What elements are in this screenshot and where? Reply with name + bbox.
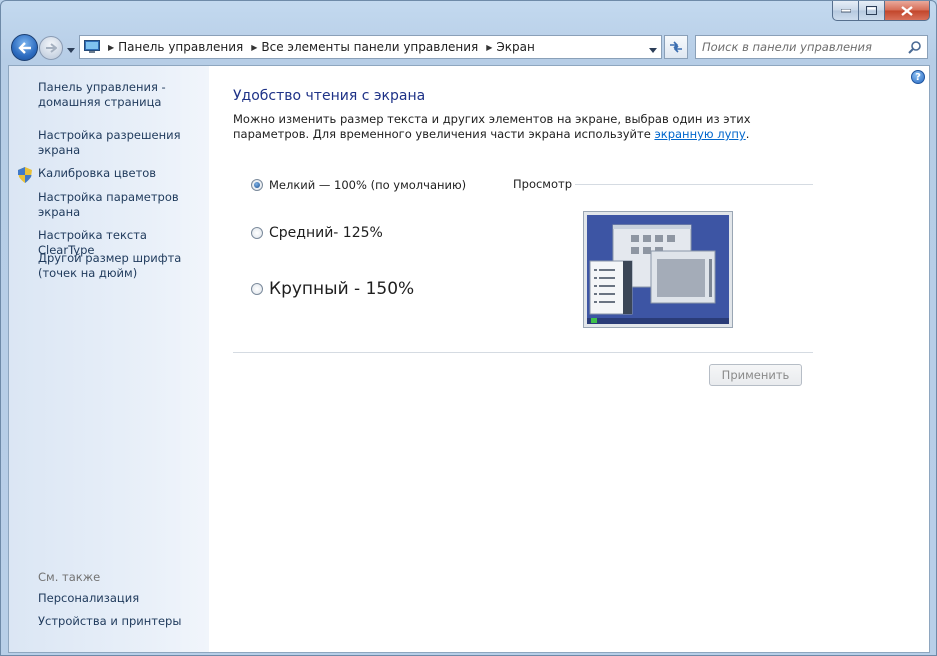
caption-buttons: [832, 1, 930, 21]
option-small-label: Мелкий — 100% (по умолчанию): [269, 178, 467, 192]
help-button[interactable]: ?: [911, 70, 925, 84]
sidebar-item-display-settings[interactable]: Настройка параметров экрана: [38, 190, 206, 220]
option-large-label: Крупный - 150%: [269, 279, 415, 299]
section-divider: [233, 352, 813, 353]
maximize-icon: [866, 6, 877, 15]
preview-image: [583, 211, 733, 328]
arrow-right-icon: [46, 43, 57, 53]
breadcrumb-separator-icon: ▶: [486, 42, 493, 52]
sidebar-item-resolution[interactable]: Настройка разрешения экрана: [38, 128, 206, 158]
minimize-button[interactable]: [832, 1, 859, 21]
close-button[interactable]: [885, 1, 930, 21]
preview-divider: [575, 184, 813, 185]
help-icon: ?: [915, 71, 921, 83]
magnifier-link[interactable]: экранную лупу: [654, 127, 745, 141]
close-icon: [901, 5, 913, 16]
breadcrumb-all-items[interactable]: Все элементы панели управления: [261, 40, 478, 54]
see-also-heading: См. также: [38, 570, 101, 584]
sidebar-item-calibrate[interactable]: Калибровка цветов: [38, 166, 206, 181]
address-dropdown-button[interactable]: [649, 43, 657, 57]
search-icon[interactable]: [908, 40, 922, 57]
page-description: Можно изменить размер текста и других эл…: [233, 112, 803, 142]
page-title: Удобство чтения с экрана: [233, 88, 426, 104]
breadcrumb-control-panel[interactable]: Панель управления: [118, 40, 243, 54]
description-end: .: [745, 127, 750, 141]
breadcrumb-display[interactable]: Экран: [496, 40, 534, 54]
option-small[interactable]: Мелкий — 100% (по умолчанию): [251, 178, 466, 192]
chevron-down-icon: [67, 48, 75, 53]
shield-icon: [18, 167, 32, 186]
search-input[interactable]: [702, 40, 907, 54]
radio-small[interactable]: [251, 179, 263, 191]
breadcrumb-separator-icon: ▶: [108, 42, 115, 52]
sidebar-item-personalization[interactable]: Персонализация: [38, 591, 206, 606]
chevron-down-icon: [649, 48, 657, 53]
arrow-left-icon: [17, 41, 31, 54]
control-panel-icon: [84, 40, 100, 53]
preview-label: Просмотр: [513, 177, 573, 191]
sidebar: Панель управления - домашняя страница На…: [9, 66, 209, 652]
apply-button[interactable]: Применить: [709, 364, 802, 386]
radio-selected-dot: [254, 182, 260, 188]
back-button[interactable]: [11, 34, 38, 61]
option-medium[interactable]: Средний- 125%: [251, 225, 383, 241]
option-large[interactable]: Крупный - 150%: [251, 279, 414, 299]
content-area: Панель управления - домашняя страница На…: [8, 65, 930, 653]
sidebar-item-devices[interactable]: Устройства и принтеры: [38, 614, 206, 629]
search-box[interactable]: [695, 35, 928, 59]
option-medium-label: Средний- 125%: [269, 225, 383, 241]
sidebar-item-home[interactable]: Панель управления - домашняя страница: [38, 80, 206, 110]
window: ▶ Панель управления ▶ Все элементы панел…: [0, 0, 937, 656]
recent-pages-button[interactable]: [67, 43, 75, 57]
maximize-button[interactable]: [859, 1, 885, 21]
navigation-bar: ▶ Панель управления ▶ Все элементы панел…: [9, 33, 928, 61]
refresh-button[interactable]: [664, 35, 688, 59]
desktop-preview-icon: [587, 215, 729, 324]
forward-button[interactable]: [39, 36, 63, 60]
sidebar-item-dpi[interactable]: Другой размер шрифта (точек на дюйм): [38, 251, 206, 281]
minimize-icon: [840, 8, 851, 12]
refresh-icon: [670, 41, 682, 53]
address-bar[interactable]: ▶ Панель управления ▶ Все элементы панел…: [79, 35, 662, 59]
breadcrumb-separator-icon: ▶: [251, 42, 258, 52]
radio-medium[interactable]: [251, 227, 263, 239]
radio-large[interactable]: [251, 283, 263, 295]
